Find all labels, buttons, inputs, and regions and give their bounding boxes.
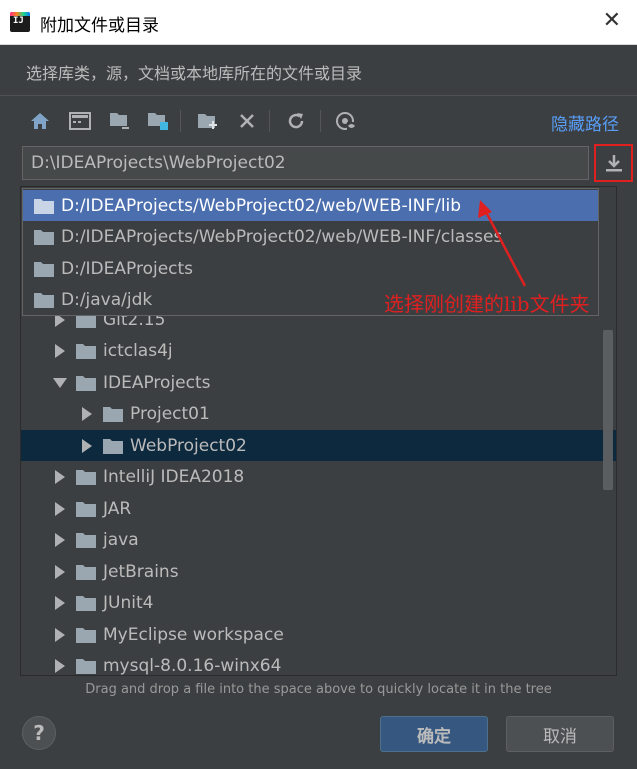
folder-icon	[33, 197, 55, 215]
expand-right-icon[interactable]	[53, 470, 67, 484]
window-title: 附加文件或目录	[40, 16, 159, 36]
toolbar-separator	[180, 110, 181, 132]
popup-item-label: D:/IDEAProjects/WebProject02/web/WEB-INF…	[61, 227, 503, 247]
popup-item-label: D:/java/jdk	[61, 290, 153, 310]
toolbar-separator	[320, 110, 321, 132]
hide-path-link[interactable]: 隐藏路径	[551, 110, 619, 135]
tree-item-label: IDEAProjects	[103, 372, 211, 393]
path-input[interactable]	[23, 147, 588, 179]
expand-right-icon[interactable]	[80, 438, 94, 453]
folder-icon	[75, 374, 97, 392]
popup-item[interactable]: D:/IDEAProjects/WebProject02/web/WEB-INF…	[23, 222, 598, 253]
tree-item[interactable]: java	[21, 525, 616, 556]
project-icon[interactable]	[106, 104, 134, 138]
folder-icon	[33, 228, 55, 246]
scrollbar-thumb[interactable]	[603, 330, 613, 490]
expand-right-icon[interactable]	[53, 659, 67, 673]
expand-right-icon[interactable]	[53, 596, 67, 610]
tree-item[interactable]: Project01	[21, 399, 616, 430]
dialog-description: 选择库类，源，文档或本地库所在的文件或目录	[26, 64, 363, 83]
tree-item[interactable]: IDEAProjects	[21, 367, 616, 398]
popup-item[interactable]: D:/IDEAProjects	[23, 253, 598, 284]
tree-item[interactable]: ictclas4j	[21, 336, 616, 367]
tree-item-label: MyEclipse workspace	[103, 624, 284, 645]
cancel-button[interactable]: 取消	[506, 716, 614, 752]
tree-item[interactable]: JUnit4	[21, 588, 616, 619]
tree-item-label: JetBrains	[103, 561, 179, 582]
expand-right-icon[interactable]	[80, 407, 94, 421]
tree-item-label: Project01	[130, 404, 210, 424]
tree-item-label: JAR	[103, 498, 132, 519]
ok-button[interactable]: 确定	[380, 716, 488, 752]
folder-icon	[75, 594, 97, 612]
drag-drop-hint: Drag and drop a file into the space abov…	[85, 682, 552, 697]
folder-icon	[75, 626, 97, 644]
show-hidden-icon[interactable]	[332, 104, 360, 138]
intellij-logo-icon: IJ	[10, 12, 30, 32]
folder-icon	[75, 468, 97, 486]
app-icon-text: IJ	[13, 16, 24, 26]
help-button[interactable]: ?	[22, 716, 56, 750]
download-button[interactable]	[594, 144, 633, 182]
tree-item-label: ictclas4j	[103, 341, 173, 361]
refresh-icon[interactable]	[282, 104, 310, 138]
tree-item[interactable]: JetBrains	[21, 556, 616, 587]
tree-item[interactable]: MyEclipse workspace	[21, 619, 616, 650]
tree-item-label: WebProject02	[130, 435, 247, 456]
tree-item-label: java	[103, 530, 139, 550]
divider	[0, 95, 637, 96]
folder-icon	[75, 563, 97, 581]
folder-icon	[75, 657, 97, 675]
tree-item[interactable]: JAR	[21, 493, 616, 524]
tree-item-label: IntelliJ IDEA2018	[103, 467, 245, 487]
popup-item-label: D:/IDEAProjects	[61, 258, 194, 279]
expand-right-icon[interactable]	[53, 564, 67, 579]
close-icon[interactable]: ✕	[603, 8, 621, 33]
home-icon[interactable]	[26, 104, 54, 138]
toolbar-separator	[269, 110, 270, 132]
new-folder-icon[interactable]	[194, 104, 222, 138]
expand-right-icon[interactable]	[53, 501, 67, 516]
tree-item[interactable]: mysql-8.0.16-winx64	[21, 651, 616, 676]
popup-item-label: D:/IDEAProjects/WebProject02/web/WEB-INF…	[61, 195, 462, 216]
tree-item-label: JUnit4	[103, 593, 154, 613]
popup-item[interactable]: D:/IDEAProjects/WebProject02/web/WEB-INF…	[23, 190, 598, 221]
folder-icon	[75, 531, 97, 549]
desktop-icon[interactable]	[66, 104, 94, 138]
title-bar: IJ 附加文件或目录 ✕	[0, 0, 637, 45]
folder-icon	[75, 342, 97, 360]
folder-icon	[75, 500, 97, 518]
module-icon[interactable]	[144, 104, 172, 138]
annotation-text: 选择刚创建的lib文件夹	[384, 292, 590, 316]
download-icon	[605, 155, 622, 172]
tree-item[interactable]: IntelliJ IDEA2018	[21, 462, 616, 493]
tree-item-label: mysql-8.0.16-winx64	[103, 656, 282, 676]
folder-icon	[33, 291, 55, 309]
folder-icon	[102, 437, 124, 455]
folder-icon	[33, 260, 55, 278]
tree-item[interactable]: WebProject02	[21, 430, 616, 461]
expand-right-icon[interactable]	[53, 627, 67, 642]
tree-scrollbar[interactable]	[603, 330, 615, 490]
expand-down-icon[interactable]	[53, 376, 67, 390]
delete-icon[interactable]	[233, 104, 261, 138]
expand-right-icon[interactable]	[53, 344, 67, 358]
expand-right-icon[interactable]	[53, 533, 67, 547]
path-field[interactable]	[22, 146, 589, 180]
folder-icon	[102, 405, 124, 423]
